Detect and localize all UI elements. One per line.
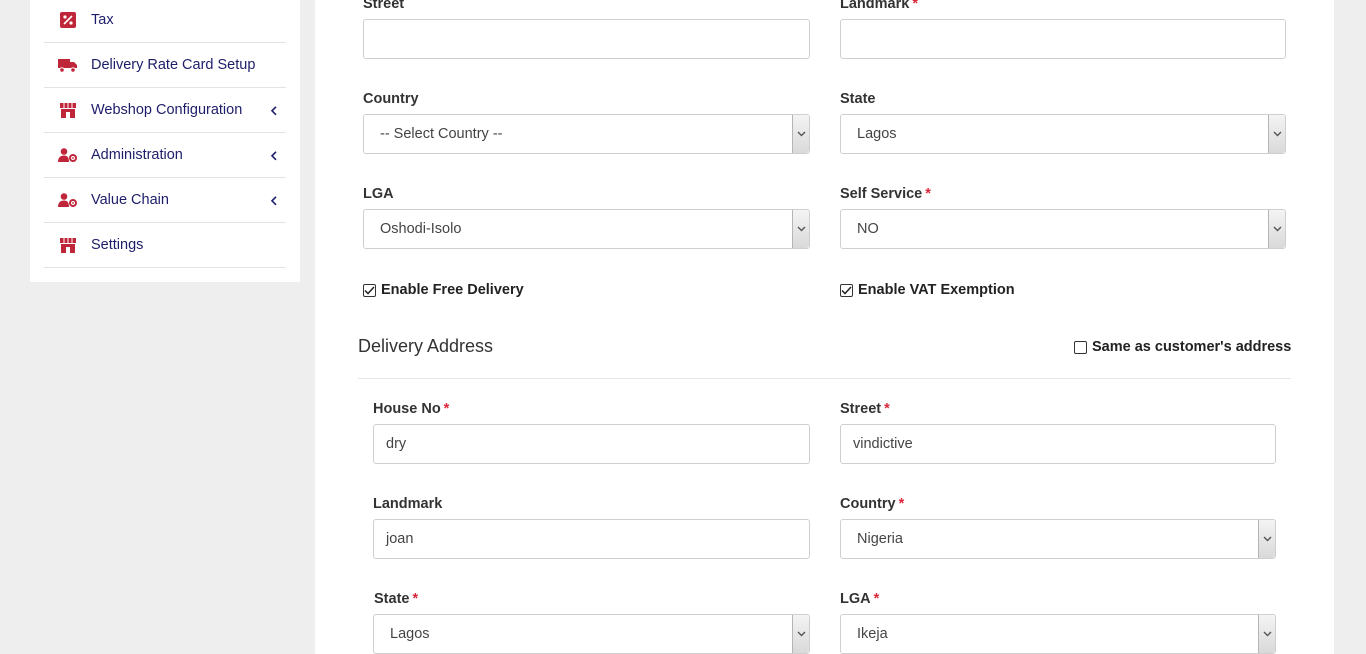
chevron-down-icon <box>1258 615 1275 653</box>
checkbox-empty <box>1074 340 1087 354</box>
da-landmark-label: Landmark <box>373 496 443 512</box>
enable-free-delivery-checkbox[interactable]: Enable Free Delivery <box>363 282 524 298</box>
percent-icon <box>58 11 78 29</box>
sidebar-item-value-chain[interactable]: Value Chain <box>44 178 286 223</box>
lga-label: LGA <box>363 186 394 202</box>
country-select[interactable]: -- Select Country -- <box>363 114 810 154</box>
checkmark-icon <box>840 283 853 297</box>
sidebar-item-label: Value Chain <box>91 192 169 208</box>
user-gear-icon <box>58 191 78 209</box>
state-select[interactable]: Lagos <box>840 114 1286 154</box>
sidebar-item-label: Tax <box>91 12 114 28</box>
state-label: State <box>840 91 876 107</box>
street-input[interactable] <box>363 19 810 59</box>
sidebar-item-tax[interactable]: Tax <box>44 0 286 43</box>
sidebar-item-settings[interactable]: Settings <box>44 223 286 268</box>
store-icon <box>58 101 78 119</box>
da-street-label: Street * <box>840 401 890 417</box>
sidebar: Tax Delivery Rate Card Setup Webshop Con… <box>30 0 300 282</box>
self-service-select[interactable]: NO <box>840 209 1286 249</box>
chevron-down-icon <box>1268 210 1285 248</box>
checkmark-icon <box>363 283 376 297</box>
da-street-input[interactable]: vindictive <box>840 424 1276 464</box>
chevron-left-icon <box>270 148 280 161</box>
chevron-down-icon <box>792 115 809 153</box>
da-country-label: Country * <box>840 496 905 512</box>
sidebar-item-label: Settings <box>91 237 144 253</box>
sidebar-item-label: Administration <box>91 147 183 163</box>
user-gear-icon <box>58 146 78 164</box>
da-lga-select[interactable]: Ikeja <box>840 614 1276 654</box>
da-state-label: State * <box>374 591 419 607</box>
store-icon <box>58 236 78 254</box>
chevron-left-icon <box>270 193 280 206</box>
chevron-left-icon <box>270 103 280 116</box>
truck-icon <box>58 56 78 74</box>
landmark-input[interactable] <box>840 19 1286 59</box>
self-service-label: Self Service * <box>840 186 931 202</box>
sidebar-item-administration[interactable]: Administration <box>44 133 286 178</box>
sidebar-item-delivery-rate-card-setup[interactable]: Delivery Rate Card Setup <box>44 43 286 88</box>
house-no-input[interactable]: dry <box>373 424 810 464</box>
same-as-customer-checkbox[interactable]: Same as customer's address <box>1074 339 1291 355</box>
da-lga-label: LGA * <box>840 591 880 607</box>
da-country-select[interactable]: Nigeria <box>840 519 1276 559</box>
sidebar-item-label: Webshop Configuration <box>91 102 243 118</box>
chevron-down-icon <box>792 615 809 653</box>
lga-select[interactable]: Oshodi-Isolo <box>363 209 810 249</box>
form-panel: Street Landmark * Country -- Select Count… <box>315 0 1334 654</box>
enable-vat-exemption-checkbox[interactable]: Enable VAT Exemption <box>840 282 1015 298</box>
country-label: Country <box>363 91 419 107</box>
house-no-label: House No * <box>373 401 450 417</box>
landmark-label: Landmark * <box>840 0 918 12</box>
chevron-down-icon <box>1258 520 1275 558</box>
sidebar-item-webshop-configuration[interactable]: Webshop Configuration <box>44 88 286 133</box>
da-state-select[interactable]: Lagos <box>373 614 810 654</box>
chevron-down-icon <box>1268 115 1285 153</box>
da-landmark-input[interactable]: joan <box>373 519 810 559</box>
street-label: Street <box>363 0 405 12</box>
section-divider <box>358 378 1291 379</box>
delivery-address-title: Delivery Address <box>358 336 494 356</box>
chevron-down-icon <box>792 210 809 248</box>
sidebar-item-label: Delivery Rate Card Setup <box>91 57 256 73</box>
